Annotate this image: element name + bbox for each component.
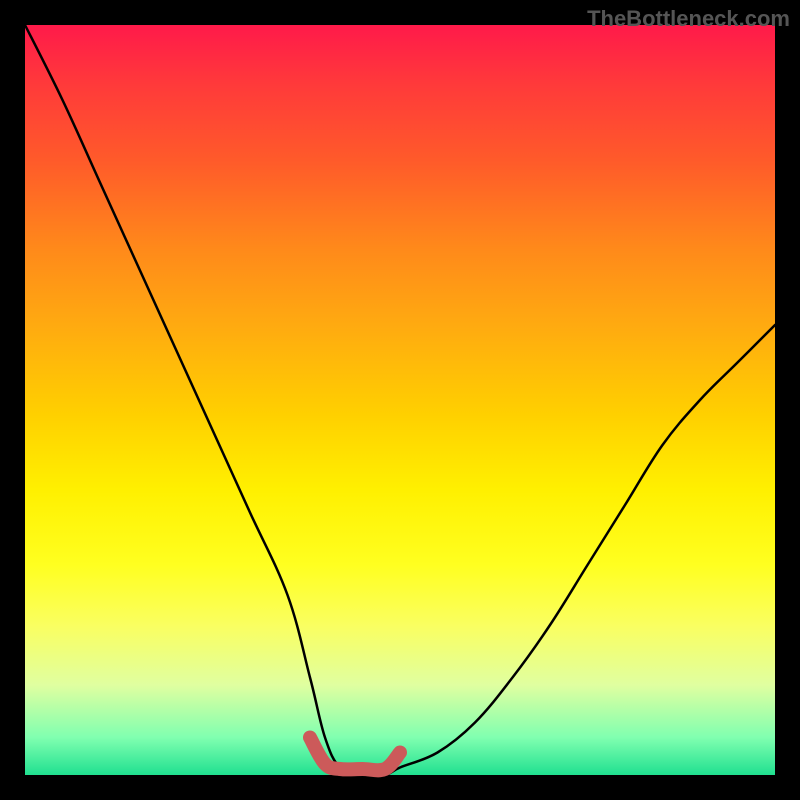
chart-container: TheBottleneck.com <box>0 0 800 800</box>
watermark-text: TheBottleneck.com <box>587 6 790 32</box>
plot-area <box>25 25 775 775</box>
curve-svg <box>25 25 775 775</box>
bottleneck-curve-path <box>25 25 775 776</box>
optimal-range-highlight-path <box>310 738 400 771</box>
